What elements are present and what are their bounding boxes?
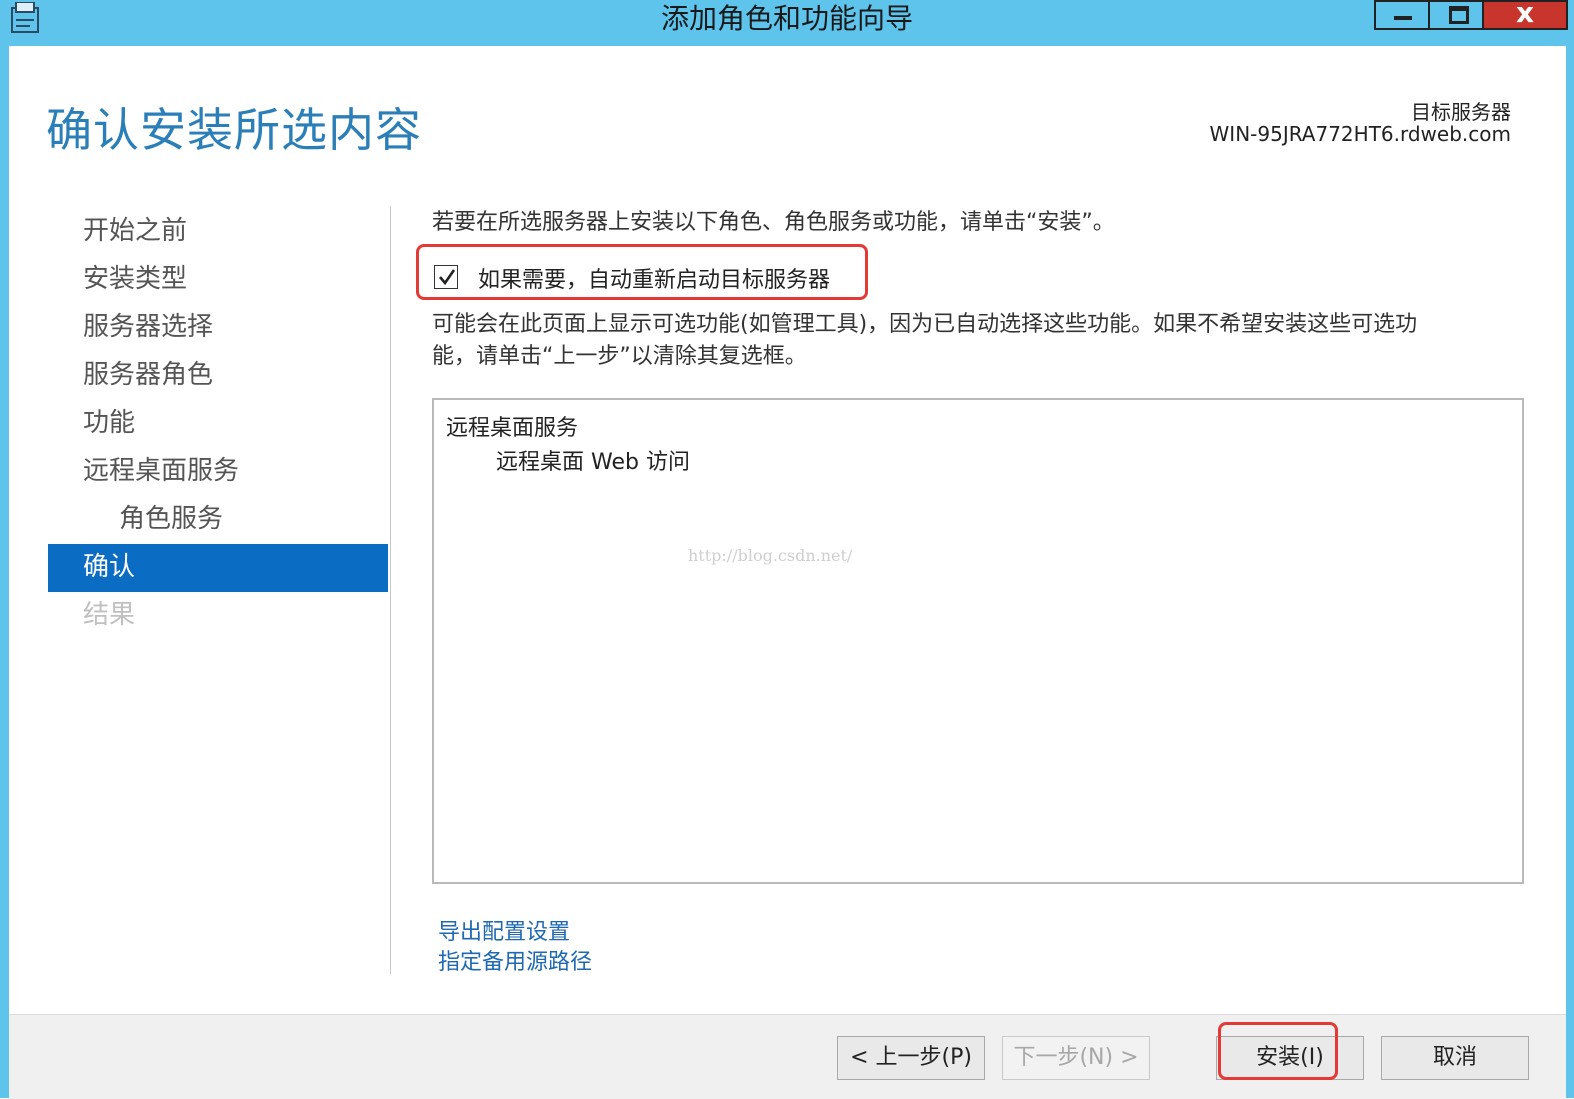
nav-item-server-selection[interactable]: 服务器选择 bbox=[48, 304, 388, 352]
nav-item-role-services[interactable]: 角色服务 bbox=[48, 496, 388, 544]
window-title: 添加角色和功能向导 bbox=[660, 2, 913, 35]
optional-features-note-line1: 可能会在此页面上显示可选功能(如管理工具)，因为已自动选择这些功能。如果不希望安… bbox=[432, 312, 1418, 337]
target-server-value: WIN-95JRA772HT6.rdweb.com bbox=[1209, 122, 1511, 146]
close-icon: x bbox=[1515, 0, 1535, 29]
maximize-button[interactable] bbox=[1428, 0, 1484, 30]
page-title: 确认安装所选内容 bbox=[46, 103, 422, 157]
annotation-highlight-restart bbox=[416, 244, 868, 300]
nav-item-server-roles[interactable]: 服务器角色 bbox=[48, 352, 388, 400]
selection-list[interactable]: 远程桌面服务 远程桌面 Web 访问 bbox=[432, 398, 1524, 884]
next-button: 下一步(N) > bbox=[1002, 1036, 1150, 1080]
nav-item-before-you-begin[interactable]: 开始之前 bbox=[48, 208, 388, 256]
optional-features-note-line2: 能，请单击“上一步”以清除其复选框。 bbox=[432, 344, 807, 369]
nav-item-remote-desktop-services[interactable]: 远程桌面服务 bbox=[48, 448, 388, 496]
alternate-source-path-link[interactable]: 指定备用源路径 bbox=[438, 944, 592, 976]
selection-item-rd-web-access: 远程桌面 Web 访问 bbox=[496, 450, 690, 475]
cancel-button[interactable]: 取消 bbox=[1381, 1036, 1529, 1080]
nav-item-confirmation[interactable]: 确认 bbox=[48, 544, 388, 592]
watermark-text: http://blog.csdn.net/ bbox=[688, 546, 853, 565]
previous-button[interactable]: < 上一步(P) bbox=[837, 1036, 985, 1080]
intro-text: 若要在所选服务器上安装以下角色、角色服务或功能，请单击“安装”。 bbox=[432, 210, 1115, 235]
close-button[interactable]: x bbox=[1482, 0, 1568, 30]
selection-item-remote-desktop-services: 远程桌面服务 bbox=[446, 416, 579, 441]
target-server-label: 目标服务器 bbox=[1411, 100, 1511, 124]
window-frame-right bbox=[1566, 0, 1574, 1098]
nav-item-results: 结果 bbox=[83, 600, 136, 630]
window-frame-left bbox=[0, 0, 9, 1098]
wizard-nav: 开始之前 安装类型 服务器选择 服务器角色 功能 远程桌面服务 角色服务 确认 … bbox=[48, 208, 388, 640]
nav-item-features[interactable]: 功能 bbox=[48, 400, 388, 448]
nav-item-installation-type[interactable]: 安装类型 bbox=[48, 256, 388, 304]
export-configuration-link[interactable]: 导出配置设置 bbox=[438, 914, 570, 946]
nav-divider bbox=[390, 206, 391, 974]
annotation-highlight-install bbox=[1218, 1022, 1338, 1080]
minimize-button[interactable] bbox=[1374, 0, 1430, 30]
